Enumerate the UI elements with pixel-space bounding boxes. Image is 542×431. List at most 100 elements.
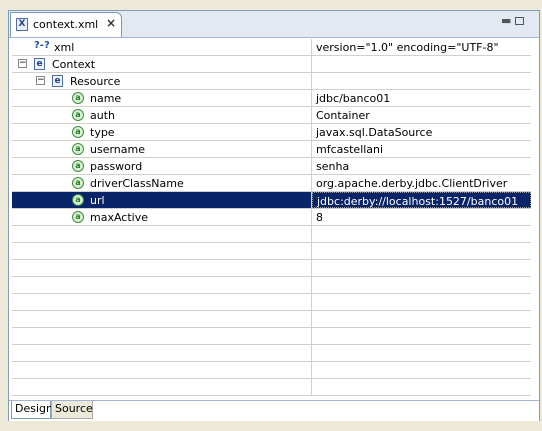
tree-row-xml[interactable]: ?-? xml version="1.0" encoding="UTF-8" [12, 39, 531, 56]
tree-row-empty [12, 328, 531, 345]
node-cell [12, 311, 312, 327]
tree-row-empty [12, 379, 531, 396]
tab-design[interactable]: Design [11, 401, 53, 419]
element-icon: e [52, 75, 63, 87]
node-label: auth [90, 109, 115, 122]
node-cell: a maxActive [12, 209, 312, 225]
value-cell[interactable]: mfcastellani [312, 141, 531, 157]
attribute-icon: a [72, 160, 84, 172]
value-cell [312, 277, 531, 293]
node-cell [12, 328, 312, 344]
value-cell [312, 260, 531, 276]
node-cell: a auth [12, 107, 312, 123]
tree-row-empty [12, 260, 531, 277]
value-cell[interactable] [312, 73, 531, 89]
attribute-icon: a [72, 177, 84, 189]
tree-row-name[interactable]: a name jdbc/banco01 [12, 90, 531, 107]
node-label: Resource [70, 75, 121, 88]
collapse-icon[interactable]: − [18, 59, 27, 68]
minimize-icon[interactable]: ▬ [501, 15, 511, 26]
tree-row-username[interactable]: a username mfcastellani [12, 141, 531, 158]
node-cell [12, 277, 312, 293]
editor-tab-bar: X context.xml × ▬ [9, 11, 539, 38]
value-cell [312, 294, 531, 310]
node-cell [12, 379, 312, 395]
value-cell[interactable]: senha [312, 158, 531, 174]
tree-row-empty [12, 277, 531, 294]
value-cell [312, 243, 531, 259]
node-cell [12, 294, 312, 310]
tree-row-empty [12, 226, 531, 243]
attribute-icon: a [72, 194, 84, 206]
value-cell [312, 311, 531, 327]
node-cell: − e Context [12, 56, 312, 72]
node-label: url [90, 194, 105, 207]
node-value: jdbc/banco01 [316, 92, 391, 105]
node-value: javax.sql.DataSource [316, 126, 433, 139]
value-cell[interactable]: javax.sql.DataSource [312, 124, 531, 140]
value-cell [312, 345, 531, 361]
node-value: version="1.0" encoding="UTF-8" [316, 41, 499, 54]
node-cell: a password [12, 158, 312, 174]
node-cell: − e Resource [12, 73, 312, 89]
node-value: mfcastellani [316, 143, 384, 156]
node-cell: a type [12, 124, 312, 140]
attribute-icon: a [72, 92, 84, 104]
tab-title: context.xml [33, 18, 99, 31]
tree-row-url[interactable]: a url jdbc:derby://localhost:1527/banco01 [12, 192, 531, 209]
value-cell[interactable]: org.apache.derby.jdbc.ClientDriver [312, 175, 531, 191]
tab-source[interactable]: Source [51, 401, 93, 419]
node-value: org.apache.derby.jdbc.ClientDriver [316, 177, 508, 190]
value-cell[interactable]: version="1.0" encoding="UTF-8" [312, 39, 531, 55]
node-cell: ?-? xml [12, 39, 312, 55]
node-value: Container [316, 109, 370, 122]
tab-context-xml[interactable]: X context.xml × [10, 12, 122, 37]
node-value: 8 [316, 211, 323, 224]
node-label: Context [52, 58, 96, 71]
node-label: type [90, 126, 115, 139]
value-cell[interactable]: 8 [312, 209, 531, 225]
tree-row-maxactive[interactable]: a maxActive 8 [12, 209, 531, 226]
node-cell: a url [12, 192, 312, 208]
attribute-icon: a [72, 211, 84, 223]
tree-row-empty [12, 362, 531, 379]
value-cell[interactable]: jdbc/banco01 [312, 90, 531, 106]
node-label: username [90, 143, 145, 156]
collapse-icon[interactable]: − [36, 76, 45, 85]
xml-file-icon: X [16, 18, 28, 31]
attribute-icon: a [72, 126, 84, 138]
node-cell: a username [12, 141, 312, 157]
node-value: senha [316, 160, 350, 173]
maximize-icon[interactable] [515, 17, 524, 25]
node-cell [12, 345, 312, 361]
attribute-icon: a [72, 143, 84, 155]
close-icon[interactable]: × [106, 16, 116, 30]
node-label: driverClassName [90, 177, 184, 190]
node-cell: a name [12, 90, 312, 106]
tree-row-context[interactable]: − e Context [12, 56, 531, 73]
node-label: name [90, 92, 122, 105]
node-value: jdbc:derby://localhost:1527/banco01 [317, 195, 519, 208]
tree-row-password[interactable]: a password senha [12, 158, 531, 175]
value-cell[interactable]: jdbc:derby://localhost:1527/banco01 [312, 192, 531, 208]
tree-row-empty [12, 294, 531, 311]
tree-row-empty [12, 345, 531, 362]
value-cell [312, 328, 531, 344]
tree-row-driverclassname[interactable]: a driverClassName org.apache.derby.jdbc.Cl… [12, 175, 531, 192]
node-cell [12, 260, 312, 276]
xml-tree-table: ?-? xml version="1.0" encoding="UTF-8" − e Co… [12, 39, 531, 399]
value-cell [312, 362, 531, 378]
editor-mode-tabs: Design Source [9, 400, 539, 421]
value-cell[interactable] [312, 56, 531, 72]
tree-row-empty [12, 243, 531, 260]
tree-row-resource[interactable]: − e Resource [12, 73, 531, 90]
xml-editor-panel: X context.xml × ▬ ?-? xml version="1.0" en… [8, 10, 540, 421]
node-label: maxActive [90, 211, 148, 224]
node-cell [12, 226, 312, 242]
tree-row-type[interactable]: a type javax.sql.DataSource [12, 124, 531, 141]
tree-row-auth[interactable]: a auth Container [12, 107, 531, 124]
node-cell [12, 362, 312, 378]
tree-row-empty [12, 311, 531, 328]
value-cell[interactable]: Container [312, 107, 531, 123]
node-label: password [90, 160, 143, 173]
